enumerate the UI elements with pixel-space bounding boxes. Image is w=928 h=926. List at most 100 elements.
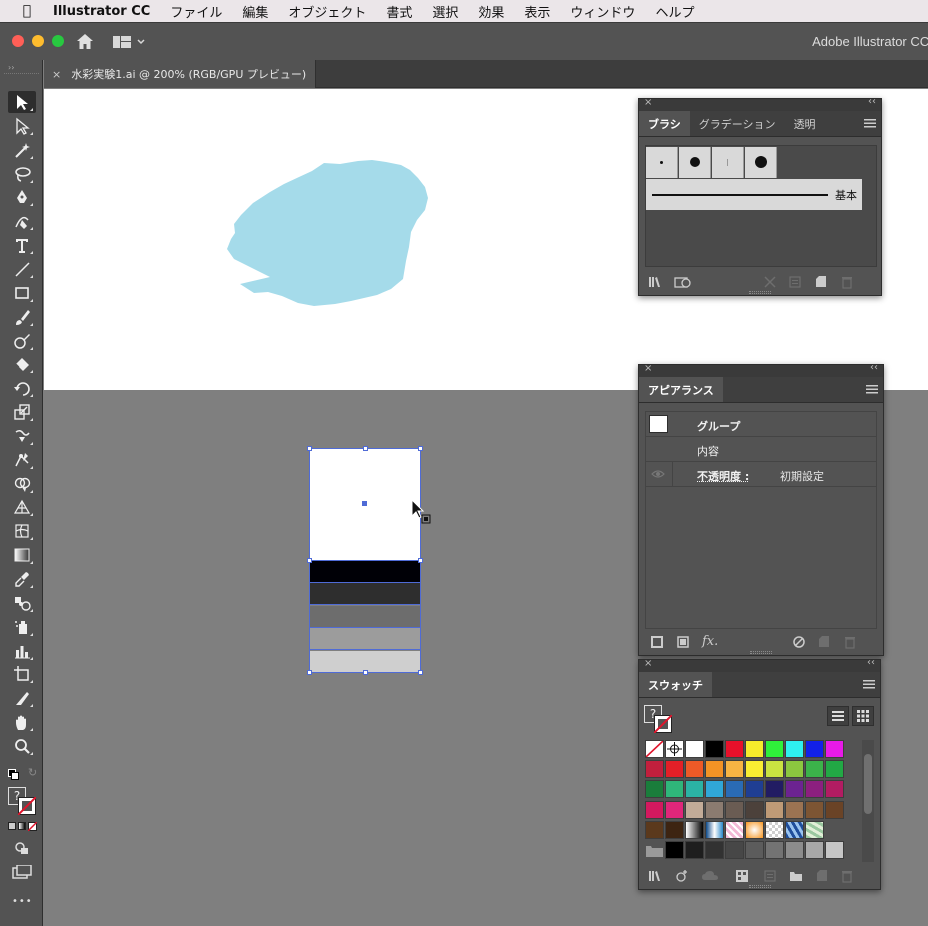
lasso-tool[interactable] <box>8 163 36 185</box>
duplicate-item-icon[interactable] <box>817 635 831 649</box>
edit-toolbar-button[interactable]: ••• <box>12 896 33 907</box>
blend-tool[interactable] <box>8 592 36 614</box>
tab-brushes[interactable]: ブラシ <box>639 111 690 136</box>
appearance-row-group[interactable]: グループ <box>646 412 876 437</box>
shaper-tool[interactable] <box>8 330 36 352</box>
swatch-color[interactable] <box>705 780 724 799</box>
swatch-color[interactable] <box>785 841 804 859</box>
swatch-color[interactable] <box>765 841 784 859</box>
brush-calligraphic-1[interactable] <box>646 147 678 178</box>
selected-group[interactable] <box>307 446 423 675</box>
list-view-button[interactable] <box>827 706 849 726</box>
swatch-pattern-blue[interactable] <box>785 820 804 839</box>
close-panel-icon[interactable]: × <box>644 658 652 669</box>
swatch-color[interactable] <box>825 740 844 758</box>
resize-handle-tc[interactable] <box>363 446 368 451</box>
swatch-stroke-none-icon[interactable] <box>654 715 672 733</box>
zoom-window-button[interactable] <box>52 35 64 47</box>
magic-wand-tool[interactable] <box>8 139 36 161</box>
swatch-color[interactable] <box>685 800 704 819</box>
swatch-color[interactable] <box>785 760 804 779</box>
swatch-color[interactable] <box>705 800 724 819</box>
mesh-tool[interactable] <box>8 520 36 542</box>
document-tab[interactable]: × 水彩実験1.ai @ 200% (RGB/GPU プレビュー) <box>44 60 316 88</box>
opacity-link[interactable]: 不透明度 : <box>697 468 749 484</box>
puppet-warp-tool[interactable] <box>8 449 36 471</box>
add-new-effect-button[interactable]: fx. <box>702 634 718 649</box>
resize-handle-mr[interactable] <box>418 558 423 563</box>
panel-resize-grip[interactable] <box>748 885 771 888</box>
color-group-folder-icon[interactable] <box>645 841 664 859</box>
warp-tool[interactable] <box>8 425 36 447</box>
swatch-color[interactable] <box>665 780 684 799</box>
swatch-color[interactable] <box>745 800 764 819</box>
swatch-color[interactable] <box>725 740 744 758</box>
line-tool[interactable] <box>8 258 36 280</box>
eraser-tool[interactable] <box>8 353 36 375</box>
delete-swatch-icon[interactable] <box>840 869 854 883</box>
collapse-panel-icon[interactable]: ‹‹ <box>868 96 876 107</box>
new-color-group-icon[interactable] <box>789 869 803 883</box>
swatch-color[interactable] <box>685 841 704 859</box>
menu-app-name[interactable]: Illustrator CC <box>53 4 150 19</box>
swatch-fill-stroke-indicator[interactable]: ? <box>644 705 674 735</box>
new-brush-icon[interactable] <box>814 275 828 289</box>
thumbnail-view-button[interactable] <box>852 706 874 726</box>
swap-fill-stroke-icon[interactable]: ↻ <box>8 766 37 783</box>
swatch-color[interactable] <box>765 800 784 819</box>
tab-transparency[interactable]: 透明 <box>785 111 825 136</box>
swatch-pattern-pink[interactable] <box>725 820 744 839</box>
swatch-color[interactable] <box>645 760 664 779</box>
swatch-color[interactable] <box>765 780 784 799</box>
swatch-color[interactable] <box>785 800 804 819</box>
remove-brush-stroke-icon[interactable] <box>763 275 777 289</box>
screen-mode-icon[interactable] <box>12 865 32 879</box>
swatch-color[interactable] <box>785 740 804 758</box>
clear-appearance-icon[interactable] <box>792 635 806 649</box>
swatch-pattern-check[interactable] <box>765 820 784 839</box>
panel-menu-icon[interactable] <box>866 383 878 395</box>
scroll-thumb[interactable] <box>864 754 872 814</box>
collapse-panel-icon[interactable]: ‹‹ <box>870 362 878 373</box>
panel-resize-grip[interactable] <box>749 291 771 294</box>
swatch-libraries-icon[interactable] <box>648 869 662 883</box>
tab-appearance[interactable]: アピアランス <box>639 377 723 402</box>
swatch-color[interactable] <box>725 760 744 779</box>
tab-swatches[interactable]: スウォッチ <box>639 672 712 697</box>
swatch-color[interactable] <box>805 760 824 779</box>
menu-select[interactable]: 選択 <box>432 2 458 21</box>
swatch-color[interactable] <box>745 740 764 758</box>
selection-tool[interactable] <box>8 91 36 113</box>
resize-handle-bl[interactable] <box>307 670 312 675</box>
scale-tool[interactable] <box>8 401 36 423</box>
add-new-fill-icon[interactable] <box>676 635 690 649</box>
swatch-registration[interactable] <box>665 740 684 758</box>
direct-selection-tool[interactable] <box>8 115 36 137</box>
swatch-color[interactable] <box>645 820 664 839</box>
fill-stroke-indicator[interactable]: ? <box>8 787 38 817</box>
close-tab-icon[interactable]: × <box>52 68 61 81</box>
swatch-color[interactable] <box>825 841 844 859</box>
tools-collapse-icon[interactable]: ›› <box>8 63 14 72</box>
swatch-color[interactable] <box>725 841 744 859</box>
color-mode-buttons[interactable] <box>8 822 38 832</box>
apple-menu-icon[interactable]:  <box>16 3 38 19</box>
draw-mode-icon[interactable] <box>14 841 30 855</box>
menu-effect[interactable]: 効果 <box>478 2 504 21</box>
eyedropper-tool[interactable] <box>8 568 36 590</box>
menu-edit[interactable]: 編集 <box>242 2 268 21</box>
visibility-eye-icon[interactable] <box>651 469 665 479</box>
swatch-options-icon[interactable] <box>763 869 777 883</box>
slice-tool[interactable] <box>8 687 36 709</box>
resize-handle-tl[interactable] <box>307 446 312 451</box>
stroke-none-icon[interactable] <box>18 797 36 815</box>
hand-tool[interactable] <box>8 711 36 733</box>
menu-file[interactable]: ファイル <box>170 2 222 21</box>
collapse-panel-icon[interactable]: ‹‹ <box>867 657 875 668</box>
swatch-color[interactable] <box>825 800 844 819</box>
paintbrush-tool[interactable] <box>8 306 36 328</box>
menu-view[interactable]: 表示 <box>524 2 550 21</box>
type-tool[interactable] <box>8 234 36 256</box>
panel-menu-icon[interactable] <box>864 117 876 129</box>
swatch-color[interactable] <box>685 760 704 779</box>
